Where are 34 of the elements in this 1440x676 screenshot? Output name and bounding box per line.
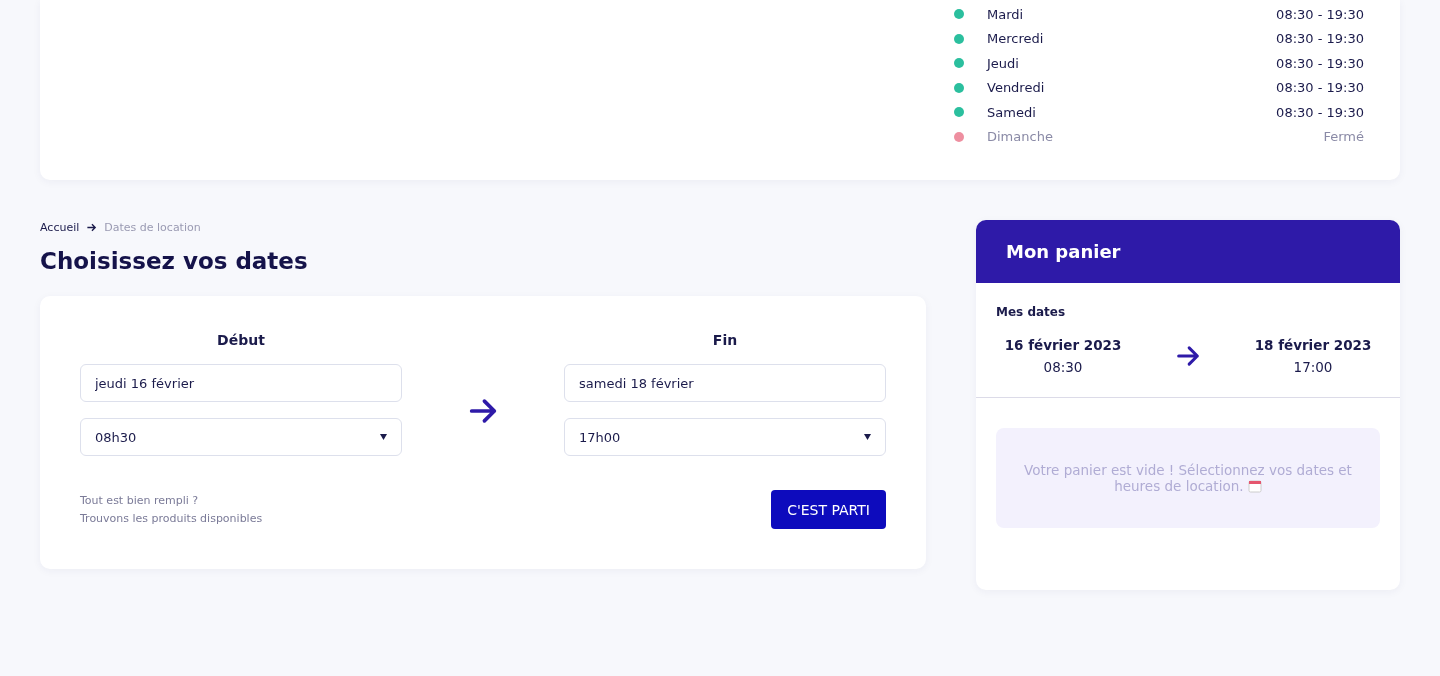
opening-time: 08:30 - 19:30 xyxy=(1276,55,1364,71)
column-label: Fin xyxy=(711,332,739,348)
calendar-icon xyxy=(1247,479,1262,493)
day-name: Jeudi xyxy=(987,55,1020,71)
opening-time: 08:30 - 19:30 xyxy=(1276,6,1364,22)
caret-icon xyxy=(380,434,387,440)
time-select[interactable]: 17h00 xyxy=(564,418,886,456)
day-name: Mercredi xyxy=(987,31,1045,47)
date-field[interactable]: samedi 18 février xyxy=(564,364,886,402)
breadcrumb-link[interactable]: Accueil xyxy=(40,220,80,234)
opening-time: Fermé xyxy=(1323,129,1364,145)
opening-time: 08:30 - 19:30 xyxy=(1276,31,1364,47)
cart-header: Mon panier xyxy=(976,220,1400,283)
day-name: Vendredi xyxy=(987,80,1046,96)
day-name: Dimanche xyxy=(987,129,1054,145)
arrow-icon xyxy=(86,221,98,233)
date-field[interactable]: jeudi 16 février xyxy=(80,364,402,402)
caret-icon xyxy=(864,434,871,440)
cart-date: 16 février 2023 xyxy=(1004,337,1122,353)
opening-time: 08:30 - 19:30 xyxy=(1276,80,1364,96)
cart-time: 17:00 xyxy=(1293,359,1333,375)
cart-date: 18 février 2023 xyxy=(1254,337,1372,353)
submit-button[interactable]: C'EST PARTI xyxy=(771,490,886,529)
dates-label: Mes dates xyxy=(996,305,1067,319)
empty-cart-message: Votre panier est vide ! Sélectionnez vos dates et heures de location. xyxy=(1023,462,1353,494)
day-name: Samedi xyxy=(987,104,1037,120)
cart-time: 08:30 xyxy=(1043,359,1083,375)
day-name: Mardi xyxy=(987,6,1025,22)
time-select[interactable]: 08h30 xyxy=(80,418,402,456)
hint-text: Trouvons les produits disponibles xyxy=(80,512,263,525)
page-title: Choisissez vos dates xyxy=(40,248,309,274)
opening-time: 08:30 - 19:30 xyxy=(1276,104,1364,120)
column-label: Début xyxy=(216,332,266,348)
hint-text: Tout est bien rempli ? xyxy=(80,494,200,507)
